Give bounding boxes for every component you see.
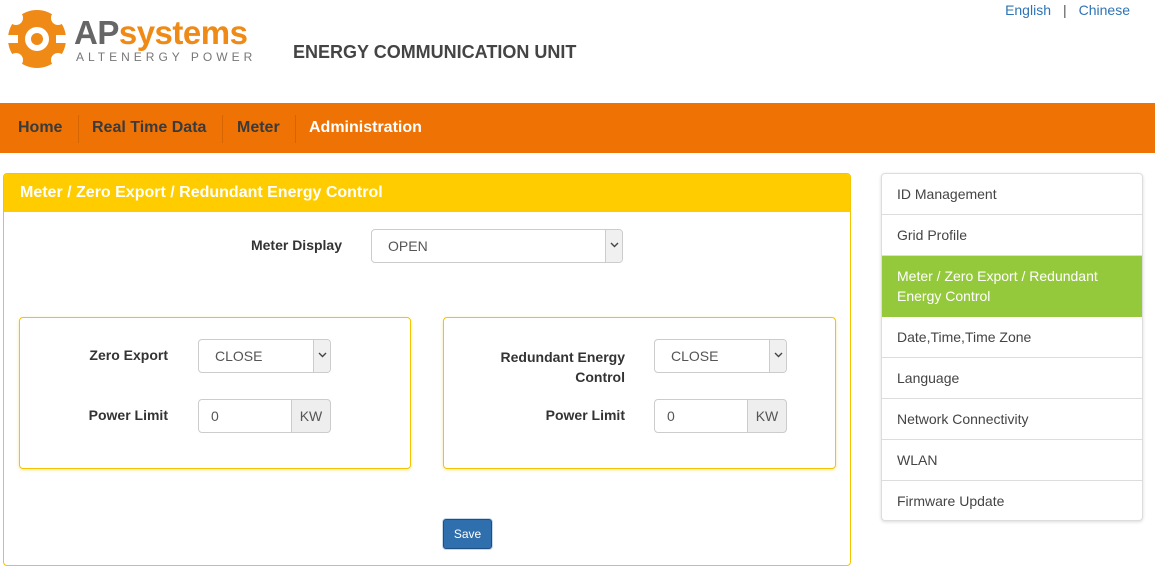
chevron-down-icon xyxy=(605,230,622,262)
meter-display-value: OPEN xyxy=(388,238,428,254)
sidebar-item-network-connectivity[interactable]: Network Connectivity xyxy=(882,399,1142,440)
main-navbar: Home Real Time Data Meter Administration xyxy=(0,103,1155,153)
chevron-down-icon xyxy=(769,340,786,372)
redundant-power-limit-group: 0 KW xyxy=(654,399,788,433)
zero-export-power-limit-input[interactable]: 0 xyxy=(198,399,292,433)
sidebar-item-firmware-update[interactable]: Firmware Update xyxy=(882,481,1142,520)
language-switcher: English | Chinese xyxy=(1005,2,1130,18)
redundant-energy-box: Redundant Energy Control CLOSE Power Lim… xyxy=(443,317,836,469)
nav-home[interactable]: Home xyxy=(4,103,76,153)
sidebar-item-meter-zero-export[interactable]: Meter / Zero Export / Redundant Energy C… xyxy=(882,256,1142,317)
zero-export-label: Zero Export xyxy=(89,347,168,363)
zero-export-power-limit-group: 0 KW xyxy=(198,399,332,433)
kw-unit-addon: KW xyxy=(291,399,331,433)
sidebar-item-grid-profile[interactable]: Grid Profile xyxy=(882,215,1142,256)
meter-display-label: Meter Display xyxy=(250,237,342,253)
sidebar-item-label-line2: Energy Control xyxy=(897,288,991,304)
redundant-energy-value: CLOSE xyxy=(671,348,719,364)
sidebar-item-date-time[interactable]: Date,Time,Time Zone xyxy=(882,317,1142,358)
brand-tagline: ALTENERGY POWER xyxy=(76,50,257,64)
zero-export-power-limit-label: Power Limit xyxy=(88,407,168,423)
zero-export-value: CLOSE xyxy=(215,348,263,364)
page-header: APsystems ALTENERGY POWER ENERGY COMMUNI… xyxy=(0,0,1155,103)
chevron-down-icon xyxy=(313,340,330,372)
brand-ap: AP xyxy=(74,14,119,51)
redundant-power-limit-input[interactable]: 0 xyxy=(654,399,748,433)
redundant-energy-label: Redundant Energy Control xyxy=(464,347,625,387)
nav-meter[interactable]: Meter xyxy=(223,103,294,153)
zero-export-box: Zero Export CLOSE Power Limit 0 KW xyxy=(19,317,411,469)
meter-control-panel: Meter / Zero Export / Redundant Energy C… xyxy=(3,173,851,566)
sidebar-item-wlan[interactable]: WLAN xyxy=(882,440,1142,481)
nav-administration[interactable]: Administration xyxy=(295,103,436,153)
sidebar-item-language[interactable]: Language xyxy=(882,358,1142,399)
kw-unit-addon: KW xyxy=(747,399,787,433)
meter-display-select[interactable]: OPEN xyxy=(371,229,623,263)
lang-separator: | xyxy=(1062,2,1067,18)
lang-chinese-link[interactable]: Chinese xyxy=(1079,2,1130,18)
panel-title: Meter / Zero Export / Redundant Energy C… xyxy=(4,174,850,212)
sidebar-item-label-line1: Meter / Zero Export / Redundant xyxy=(897,268,1098,284)
sidebar-item-id-management[interactable]: ID Management xyxy=(882,174,1142,215)
redundant-energy-label-line1: Redundant Energy xyxy=(500,349,625,365)
apsystems-logo-icon xyxy=(6,10,68,68)
lang-english-link[interactable]: English xyxy=(1005,2,1051,18)
admin-sidebar: ID Management Grid Profile Meter / Zero … xyxy=(881,173,1143,521)
redundant-power-limit-label: Power Limit xyxy=(545,407,625,423)
redundant-energy-select[interactable]: CLOSE xyxy=(654,339,787,373)
nav-real-time-data[interactable]: Real Time Data xyxy=(78,103,220,153)
brand-wordmark: APsystems ALTENERGY POWER xyxy=(74,14,257,65)
brand-systems: systems xyxy=(118,14,248,51)
redundant-energy-label-line2: Control xyxy=(575,369,625,385)
zero-export-select[interactable]: CLOSE xyxy=(198,339,331,373)
page-title: ENERGY COMMUNICATION UNIT xyxy=(293,42,577,62)
save-button[interactable]: Save xyxy=(443,519,492,549)
